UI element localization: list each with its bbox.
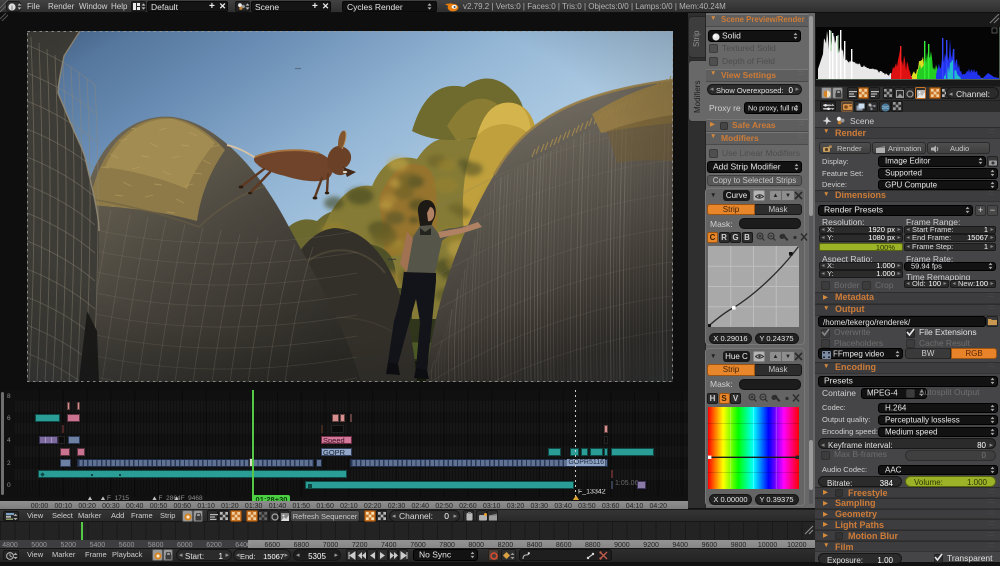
svg-text:F_13342: F_13342 — [578, 489, 606, 496]
svg-text:i: i — [11, 4, 13, 11]
